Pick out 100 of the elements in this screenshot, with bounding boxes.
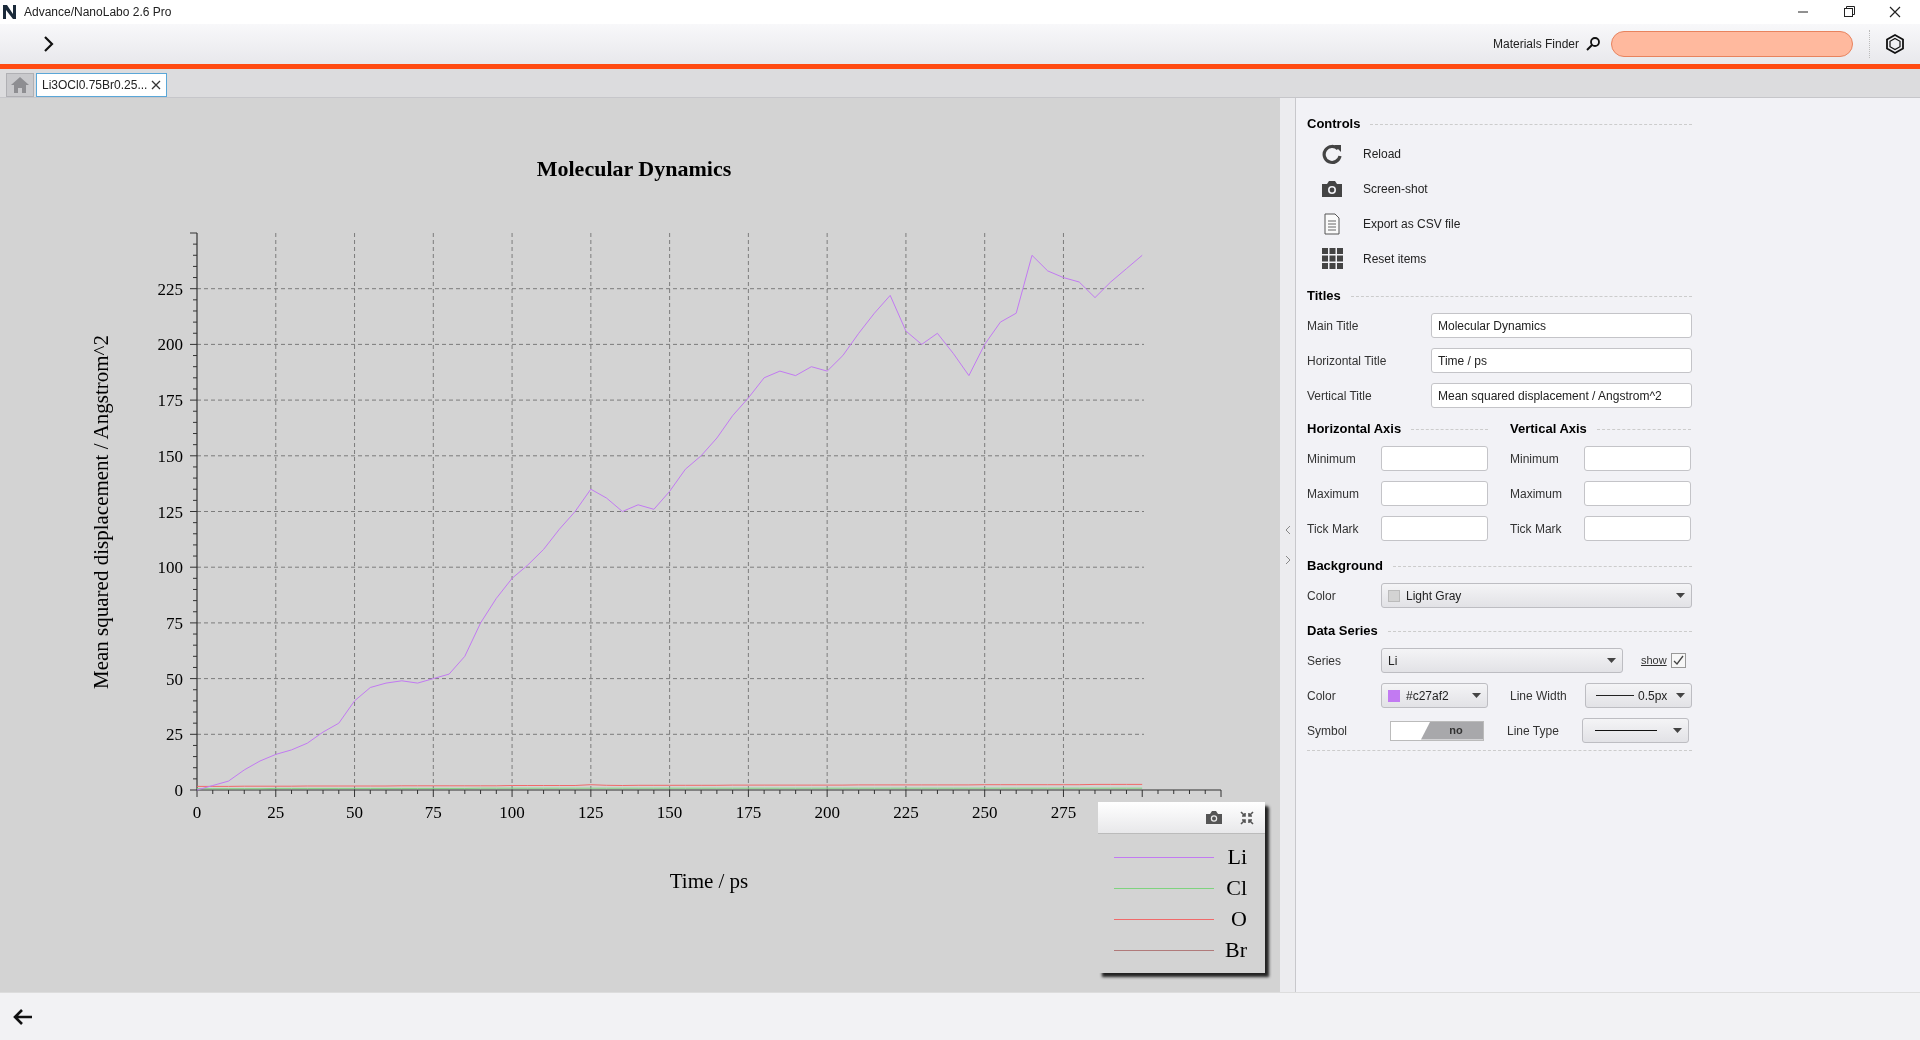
- y-axis-title: Mean squared displacement / Angstrom^2: [89, 335, 113, 689]
- hexagon-icon[interactable]: [1884, 33, 1906, 55]
- field-label: Tick Mark: [1510, 520, 1563, 538]
- field-label: Maximum: [1307, 485, 1360, 503]
- field-label: Line Width: [1510, 687, 1568, 705]
- series-dropdown[interactable]: Li: [1381, 648, 1623, 673]
- grid-icon: [1321, 248, 1343, 269]
- tick-label: 0: [174, 781, 183, 800]
- search-icon: [1585, 36, 1601, 52]
- tick-label: 275: [1050, 803, 1077, 822]
- document-icon: [1323, 212, 1341, 235]
- line-sample: [1595, 730, 1657, 731]
- dropdown-arrow-icon: [1673, 728, 1682, 733]
- field-label: Tick Mark: [1307, 520, 1360, 538]
- section-heading: Data Series: [1307, 622, 1378, 641]
- text-field[interactable]: Mean squared displacement / Angstrom^2: [1431, 383, 1692, 408]
- tick-label: 175: [735, 803, 762, 822]
- field-label: Symbol: [1307, 722, 1348, 740]
- document-tab[interactable]: Li3OCl0.75Br0.25...: [36, 73, 168, 97]
- show-checkbox[interactable]: [1670, 653, 1686, 668]
- close-tab-icon[interactable]: [151, 80, 162, 90]
- home-tab[interactable]: [6, 73, 34, 97]
- section-heading: Background: [1307, 557, 1383, 576]
- section-heading: Horizontal Axis: [1307, 420, 1402, 439]
- action-button[interactable]: Export as CSV file: [1307, 206, 1469, 241]
- check-icon: [1672, 655, 1684, 666]
- legend-label: Cl: [1226, 877, 1247, 899]
- tick-label: 25: [267, 803, 285, 822]
- tick-label: 200: [157, 335, 183, 355]
- dropdown-arrow-icon: [1607, 658, 1616, 663]
- field-label: Maximum: [1510, 485, 1563, 503]
- tick-label: 100: [157, 558, 183, 578]
- legend-label: Br: [1225, 939, 1247, 961]
- back-arrow-icon[interactable]: [12, 1006, 34, 1027]
- text-field[interactable]: [1584, 516, 1691, 541]
- chart-title: Molecular Dynamics: [536, 156, 732, 181]
- tick-label: 0: [192, 803, 202, 822]
- text-field[interactable]: [1381, 481, 1488, 506]
- window-title: Advance/NanoLabo 2.6 Pro: [24, 4, 172, 21]
- section-heading: Controls: [1307, 115, 1361, 134]
- search-field[interactable]: [1611, 31, 1853, 57]
- text-field[interactable]: [1584, 446, 1691, 471]
- legend-label: Li: [1227, 846, 1247, 868]
- tick-label: 150: [157, 446, 183, 466]
- field-label: Minimum: [1307, 450, 1357, 468]
- home-icon: [10, 76, 30, 94]
- symbol-toggle[interactable]: no: [1390, 720, 1484, 741]
- field-label: Series: [1307, 652, 1342, 670]
- tick-label: 25: [166, 725, 183, 745]
- tick-label: 200: [814, 803, 840, 822]
- background-dropdown[interactable]: Light Gray: [1381, 583, 1692, 608]
- camera-icon[interactable]: [1205, 810, 1223, 825]
- tick-label: 50: [346, 803, 364, 822]
- tick-label: 150: [656, 803, 683, 822]
- tick-label: 75: [424, 803, 442, 822]
- reload-icon: [1321, 142, 1343, 165]
- show-link[interactable]: show: [1641, 652, 1667, 669]
- field-label: Line Type: [1507, 722, 1560, 740]
- text-field[interactable]: Molecular Dynamics: [1431, 313, 1692, 338]
- dropdown-arrow-icon: [1676, 693, 1685, 698]
- tick-label: 225: [157, 279, 183, 299]
- action-button[interactable]: Reload: [1307, 136, 1410, 171]
- field-label: Color: [1307, 587, 1337, 605]
- x-axis-title: Time / ps: [669, 869, 749, 893]
- expand-right-icon[interactable]: [1283, 555, 1292, 565]
- line-type-dropdown[interactable]: [1582, 718, 1689, 743]
- tick-label: 50: [166, 669, 183, 689]
- dropdown-arrow-icon: [1676, 593, 1685, 598]
- tick-label: 225: [893, 803, 919, 822]
- tick-label: 125: [578, 803, 604, 822]
- action-button[interactable]: Reset items: [1307, 241, 1435, 276]
- field-label: Horizontal Title: [1307, 352, 1388, 370]
- field-label: Color: [1307, 687, 1337, 705]
- finder-label: Materials Finder: [1492, 36, 1579, 53]
- legend-label: O: [1231, 908, 1247, 930]
- camera-icon: [1321, 179, 1343, 198]
- section-heading: Vertical Axis: [1510, 420, 1587, 439]
- tab-label: Li3OCl0.75Br0.25...: [42, 77, 148, 94]
- field-label: Vertical Title: [1307, 387, 1373, 405]
- color-swatch: [1388, 689, 1400, 702]
- collapse-icon[interactable]: [1239, 809, 1255, 826]
- action-button[interactable]: Screen-shot: [1307, 171, 1436, 206]
- line-width-dropdown[interactable]: 0.5px: [1585, 683, 1692, 708]
- tick-label: 100: [499, 803, 525, 822]
- tick-label: 75: [166, 613, 183, 633]
- line-sample: [1596, 695, 1634, 696]
- text-field[interactable]: [1381, 516, 1488, 541]
- tick-label: 250: [971, 803, 998, 822]
- dropdown-arrow-icon: [1472, 693, 1481, 698]
- field-label: Minimum: [1510, 450, 1560, 468]
- tick-label: 175: [157, 391, 183, 411]
- text-field[interactable]: [1381, 446, 1488, 471]
- text-field[interactable]: [1584, 481, 1691, 506]
- color-dropdown[interactable]: #c27af2: [1381, 683, 1488, 708]
- collapse-left-icon[interactable]: [1283, 525, 1292, 535]
- tick-label: 125: [157, 502, 183, 522]
- app-logo-icon: [2, 4, 18, 20]
- text-field[interactable]: Time / ps: [1431, 348, 1692, 373]
- field-label: Main Title: [1307, 317, 1360, 335]
- section-heading: Titles: [1307, 287, 1341, 306]
